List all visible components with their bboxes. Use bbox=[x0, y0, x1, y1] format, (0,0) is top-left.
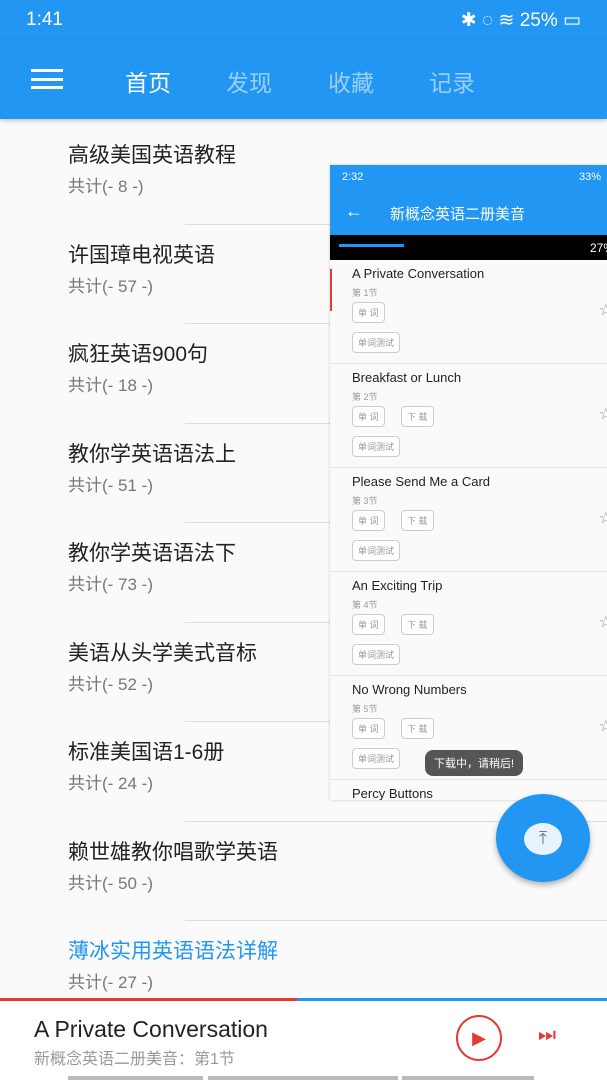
book-count: 共计(- 51 -) bbox=[68, 475, 153, 495]
lesson-name: Breakfast or Lunch bbox=[352, 370, 462, 385]
overlay-time: 2:32 bbox=[342, 171, 364, 183]
arrow-up-icon: ⤒ bbox=[524, 823, 562, 855]
words-button[interactable]: 单 词 bbox=[352, 614, 385, 635]
battery-icon: ▭ bbox=[563, 10, 581, 31]
player-progress[interactable] bbox=[0, 998, 298, 1001]
status-bar: 1:41 ✱ ◌ ≋ 25% ▭ bbox=[0, 0, 607, 40]
book-title: 许国璋电视英语 bbox=[68, 243, 215, 267]
player-subtitle: 新概念英语二册美音：第1节 bbox=[34, 1051, 235, 1068]
book-count: 共计(- 24 -) bbox=[68, 774, 153, 793]
progress-text: 27% bbox=[590, 241, 607, 255]
lesson-name: An Exciting Trip bbox=[352, 578, 443, 593]
book-count: 共计(- 52 -) bbox=[68, 674, 153, 694]
overlay-title: 新概念英语二册美音 bbox=[390, 206, 526, 223]
book-count: 共计(- 18 -) bbox=[68, 376, 153, 395]
toast: 下载中，请稍后! bbox=[425, 750, 524, 776]
words-button[interactable]: 单 词 bbox=[352, 302, 385, 323]
app-header: 首页 发现 收藏 记录 bbox=[0, 40, 607, 119]
star-icon[interactable]: ☆ bbox=[599, 612, 607, 632]
word-test-button[interactable]: 单词测试 bbox=[352, 540, 401, 561]
words-button[interactable]: 单 词 bbox=[352, 718, 385, 739]
book-count: 共计(- 50 -) bbox=[68, 873, 153, 893]
words-button[interactable]: 单 词 bbox=[352, 510, 385, 531]
download-progress: 27% bbox=[330, 235, 607, 260]
book-title: 美语从头学美式音标 bbox=[68, 641, 257, 665]
tab-home[interactable]: 首页 bbox=[125, 64, 171, 98]
star-icon[interactable]: ☆ bbox=[599, 716, 607, 736]
lesson-item[interactable]: Breakfast or Lunch 第 2节单 词下 载单词测试 ☆ bbox=[330, 364, 607, 468]
lesson-number: 第 4节 bbox=[352, 600, 378, 610]
book-count: 共计(- 8 -) bbox=[68, 177, 144, 196]
tab-favorites[interactable]: 收藏 bbox=[328, 64, 374, 98]
download-button[interactable]: 下 载 bbox=[401, 614, 434, 635]
lesson-item[interactable]: Percy Buttons bbox=[330, 780, 607, 800]
book-count: 共计(- 27 -) bbox=[68, 973, 153, 992]
tab-history[interactable]: 记录 bbox=[429, 64, 475, 98]
lesson-name: Please Send Me a Card bbox=[352, 474, 491, 489]
book-title: 标准美国语1-6册 bbox=[68, 741, 225, 764]
word-test-button[interactable]: 单词测试 bbox=[352, 436, 401, 457]
lesson-item[interactable]: An Exciting Trip 第 4节单 词下 载单词测试 ☆ bbox=[330, 572, 607, 676]
lesson-number: 第 2节 bbox=[352, 392, 378, 402]
menu-icon[interactable] bbox=[31, 69, 63, 89]
wifi-icon: ✱ ◌ ≋ bbox=[460, 10, 520, 31]
next-icon[interactable]: ⏭ bbox=[538, 1024, 556, 1047]
lesson-name: No Wrong Numbers bbox=[352, 682, 467, 697]
book-title: 教你学英语语法下 bbox=[68, 542, 236, 565]
word-test-button[interactable]: 单词测试 bbox=[352, 332, 401, 353]
book-title: 赖世雄教你唱歌学英语 bbox=[68, 840, 278, 864]
book-count: 共计(- 57 -) bbox=[68, 276, 153, 296]
words-button[interactable]: 单 词 bbox=[352, 406, 385, 427]
lesson-number: 第 1节 bbox=[352, 288, 378, 298]
star-icon[interactable]: ☆ bbox=[599, 508, 607, 528]
lesson-number: 第 3节 bbox=[352, 496, 378, 506]
status-time: 1:41 bbox=[26, 9, 63, 30]
mini-player[interactable]: A Private Conversation 新概念英语二册美音：第1节 ▶ ⏭ bbox=[0, 998, 607, 1080]
lesson-item[interactable]: Please Send Me a Card 第 3节单 词下 载单词测试 ☆ bbox=[330, 468, 607, 572]
book-title: 薄冰实用英语语法详解 bbox=[68, 940, 278, 963]
book-title: 疯狂英语900句 bbox=[68, 343, 209, 366]
word-test-button[interactable]: 单词测试 bbox=[352, 644, 401, 665]
star-icon[interactable]: ☆ bbox=[599, 300, 607, 320]
overlay-battery: 33% bbox=[578, 171, 601, 183]
download-button[interactable]: 下 载 bbox=[401, 406, 434, 427]
current-indicator bbox=[330, 269, 332, 311]
lesson-name: Percy Buttons bbox=[352, 786, 433, 800]
lesson-number: 第 5节 bbox=[352, 704, 378, 714]
lesson-item[interactable]: A Private Conversation 第 1节单 词单词测试 ☆ bbox=[330, 260, 607, 364]
preview-screenshot: 2:32 33% ← 新概念英语二册美音 27% A Private Convers… bbox=[330, 165, 607, 800]
download-button[interactable]: 下 载 bbox=[401, 510, 434, 531]
back-arrow-icon[interactable]: ← bbox=[345, 201, 363, 222]
scroll-top-button[interactable]: ⤒ bbox=[496, 794, 590, 882]
star-icon[interactable]: ☆ bbox=[599, 404, 607, 424]
tab-discover[interactable]: 发现 bbox=[226, 64, 272, 98]
word-test-button[interactable]: 单词测试 bbox=[352, 748, 401, 769]
player-title: A Private Conversation bbox=[34, 1016, 268, 1042]
book-title: 教你学英语语法上 bbox=[68, 442, 236, 466]
lesson-name: A Private Conversation bbox=[352, 266, 485, 281]
download-button[interactable]: 下 载 bbox=[401, 718, 434, 739]
battery-level: 25% bbox=[519, 10, 558, 31]
book-title: 高级美国英语教程 bbox=[68, 144, 236, 167]
book-count: 共计(- 73 -) bbox=[68, 575, 153, 594]
play-icon[interactable]: ▶ bbox=[456, 1015, 502, 1061]
